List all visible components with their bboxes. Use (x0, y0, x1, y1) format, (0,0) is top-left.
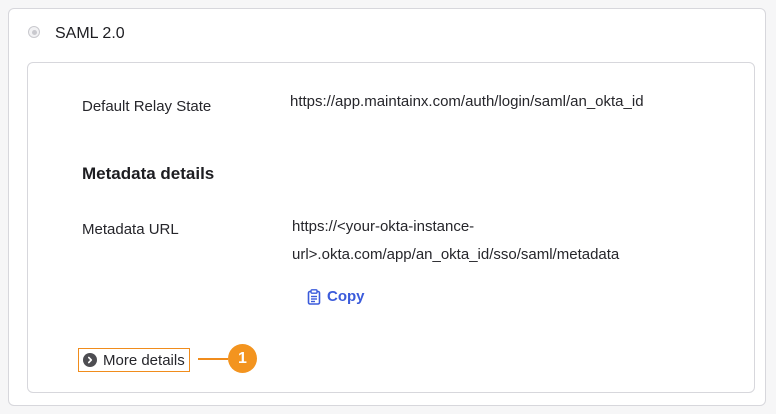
metadata-url-label: Metadata URL (82, 221, 179, 238)
callout-badge: 1 (228, 344, 257, 373)
metadata-url-line1: https://<your-okta-instance- (292, 218, 475, 235)
saml-radio-button[interactable] (28, 26, 40, 38)
metadata-section-title: Metadata details (82, 164, 215, 183)
relay-state-label: Default Relay State (82, 98, 212, 115)
metadata-url-line2: url>.okta.com/app/an_okta_id/sso/saml/me… (292, 246, 620, 263)
callout-connector (198, 358, 228, 360)
more-details-toggle[interactable]: More details (78, 348, 190, 372)
more-details-label: More details (103, 351, 185, 369)
copy-button[interactable]: Copy (307, 288, 365, 305)
saml-option-label: SAML 2.0 (55, 25, 125, 42)
relay-state-value: https://app.maintainx.com/auth/login/sam… (290, 93, 644, 110)
clipboard-icon (307, 288, 321, 305)
copy-button-label: Copy (327, 288, 365, 305)
saml-config-panel: SAML 2.0 Default Relay State https://app… (8, 8, 766, 406)
metadata-url-value: https://<your-okta-instance- url>.okta.c… (292, 213, 619, 269)
saml-details-card: Default Relay State https://app.maintain… (27, 62, 755, 393)
chevron-right-circle-icon (83, 353, 97, 367)
